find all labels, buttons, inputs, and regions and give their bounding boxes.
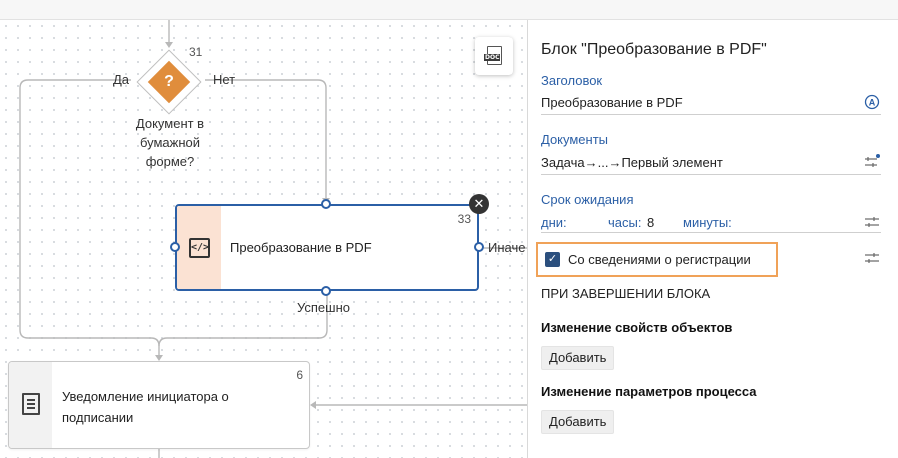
port-top[interactable] — [321, 199, 331, 209]
panel-title: Блок "Преобразование в PDF" — [541, 41, 767, 58]
svg-text:A: A — [869, 98, 876, 108]
decision-caption-line: форме? — [145, 154, 195, 169]
documents-field-label: Документы — [541, 132, 609, 147]
settings-sliders-icon[interactable] — [864, 154, 880, 170]
decision-yes-label: Да — [113, 72, 130, 87]
settings-sliders-icon[interactable] — [864, 250, 880, 266]
success-label: Успешно — [297, 300, 350, 315]
code-icon: </> — [189, 238, 210, 258]
decision-caption: Документ в бумажной форме? — [110, 114, 230, 171]
wait-field-label: Срок ожидания — [541, 192, 634, 207]
header-field-input[interactable]: Преобразование в PDF — [541, 95, 683, 110]
settings-sliders-icon[interactable] — [864, 214, 880, 230]
wait-field-underline — [541, 232, 881, 233]
wait-hours-label: часы: — [608, 215, 642, 230]
pdf-conversion-block[interactable]: </> Преобразование в PDF 33 — [175, 204, 479, 291]
documents-field-value[interactable]: Задача→...→Первый элемент — [541, 155, 723, 170]
close-icon[interactable]: ✕ — [469, 194, 489, 214]
top-toolbar-strip — [0, 0, 898, 20]
notify-block-number: 6 — [296, 368, 303, 382]
wait-days-label: дни: — [541, 215, 567, 230]
port-bottom[interactable] — [321, 286, 331, 296]
process-canvas[interactable]: 31 Да Нет ? Документ в бумажной форме? <… — [0, 20, 527, 458]
documents-field-underline — [541, 174, 881, 175]
header-field-label: Заголовок — [541, 73, 603, 88]
port-right[interactable] — [474, 242, 484, 252]
object-props-heading: Изменение свойств объектов — [541, 320, 733, 335]
checkbox-checked-icon[interactable]: ✓ — [545, 252, 560, 267]
decision-no-label: Нет — [213, 72, 236, 87]
notify-block-label: Уведомление инициатора о подписании — [62, 389, 229, 425]
else-label: Иначе — [488, 240, 526, 255]
doc-tag: DOC — [484, 54, 501, 61]
registration-label: Со сведениями о регистрации — [568, 252, 751, 267]
decision-caption-line: Документ в — [135, 116, 205, 131]
wait-minutes-label: минуты: — [683, 215, 732, 230]
on-complete-heading: ПРИ ЗАВЕРШЕНИИ БЛОКА — [541, 286, 711, 301]
wait-hours-input[interactable]: 8 — [647, 215, 654, 230]
question-icon: ? — [164, 73, 174, 90]
process-params-heading: Изменение параметров процесса — [541, 384, 757, 399]
arrow-return-notify — [310, 401, 316, 409]
decision-number: 31 — [189, 45, 203, 59]
document-lines-icon — [22, 393, 40, 415]
document-convert-button[interactable]: DOC — [475, 37, 513, 75]
header-field-underline — [541, 114, 881, 115]
arrow-into-decision — [165, 42, 173, 48]
auto-title-icon[interactable]: A — [864, 94, 880, 110]
pdf-block-label: Преобразование в PDF — [230, 240, 372, 255]
notify-initiator-block[interactable]: Уведомление инициатора о подписании 6 — [8, 361, 310, 449]
pdf-block-number: 33 — [457, 212, 471, 226]
add-object-prop-button[interactable]: Добавить — [541, 346, 615, 370]
port-left[interactable] — [170, 242, 180, 252]
add-process-param-button[interactable]: Добавить — [541, 410, 615, 434]
registration-checkbox-row[interactable]: ✓ Со сведениями о регистрации — [536, 242, 778, 277]
properties-panel: Блок "Преобразование в PDF" Заголовок Пр… — [528, 20, 898, 458]
decision-caption-line: бумажной — [139, 135, 201, 150]
